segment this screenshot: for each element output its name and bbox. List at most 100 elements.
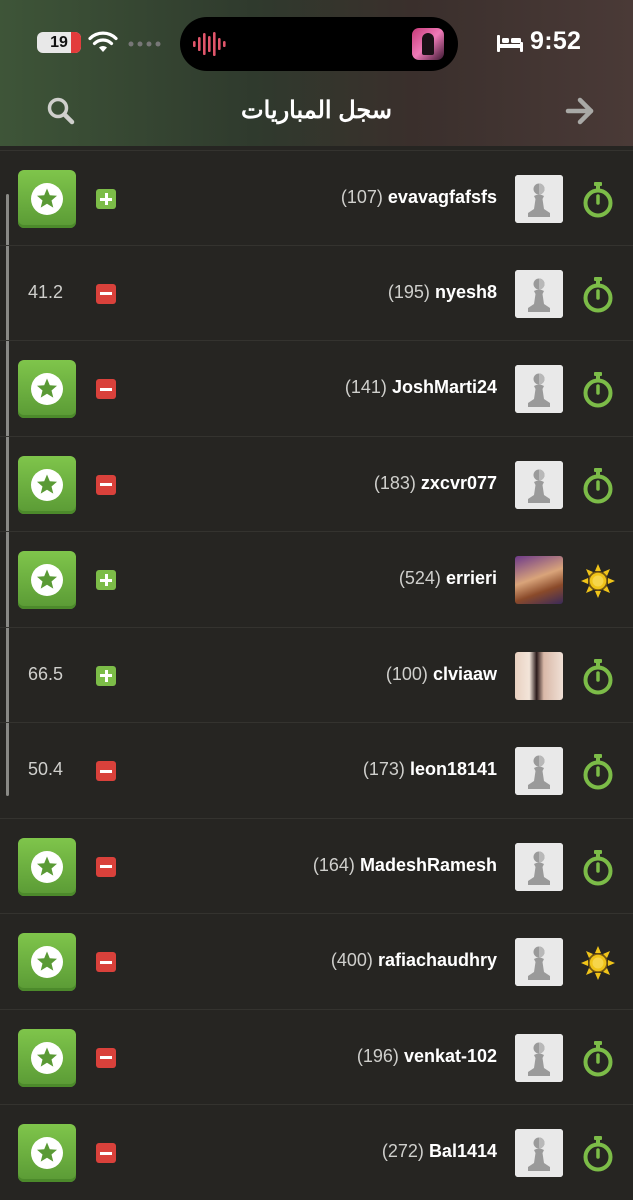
opponent-name: MadeshRamesh xyxy=(359,854,497,875)
rapid-clock-icon xyxy=(581,658,615,696)
opponent-name: Bal1414 xyxy=(428,1141,497,1161)
rapid-clock-icon xyxy=(581,181,615,219)
game-row[interactable]: (400) rafiachaudhry xyxy=(0,914,633,1010)
daily-sun-icon xyxy=(581,944,615,982)
opponent-rating: (141) xyxy=(344,377,387,397)
star-icon xyxy=(31,564,63,596)
arrow-right-icon[interactable] xyxy=(562,94,598,128)
opponent-info[interactable]: (196) venkat-102 xyxy=(357,1046,497,1067)
opponent-rating: (196) xyxy=(356,1045,399,1066)
opponent-avatar[interactable] xyxy=(515,269,563,318)
loss-minus-icon xyxy=(96,283,116,304)
star-icon xyxy=(31,468,63,501)
accuracy-score: 41.2 xyxy=(28,281,64,302)
star-icon xyxy=(31,183,63,215)
opponent-avatar[interactable] xyxy=(515,175,563,223)
opponent-avatar[interactable] xyxy=(515,1129,563,1177)
opponent-name: leon18141 xyxy=(409,759,497,779)
opponent-rating: (524) xyxy=(398,568,441,588)
accuracy-score: 50.4 xyxy=(28,759,64,779)
loss-minus-icon xyxy=(96,1047,116,1068)
game-review-button[interactable] xyxy=(18,170,76,228)
accuracy-score: 66.5 xyxy=(28,663,64,684)
battery-icon: 19 xyxy=(37,32,81,53)
game-review-button[interactable] xyxy=(18,837,76,896)
game-row[interactable]: (272) Bal1414 xyxy=(0,1105,633,1200)
opponent-info[interactable]: (272) Bal1414 xyxy=(382,1141,497,1162)
album-art-icon xyxy=(412,28,444,60)
game-review-button[interactable] xyxy=(18,551,76,609)
game-review-button[interactable] xyxy=(18,1028,76,1087)
audio-waveform-icon xyxy=(193,32,226,56)
opponent-info[interactable]: (100) clviaaw xyxy=(386,664,497,685)
dynamic-island[interactable] xyxy=(180,17,458,71)
page-title: سجل المباريات xyxy=(240,97,393,124)
navigation-header: سجل المباريات xyxy=(0,86,633,146)
opponent-name: JoshMarti24 xyxy=(391,377,497,397)
star-icon xyxy=(31,946,63,978)
game-row[interactable]: (107) evavagfafsfs xyxy=(0,150,633,246)
game-row[interactable]: 50.4 (173) leon18141 xyxy=(0,723,633,819)
opponent-rating: (183) xyxy=(373,472,416,493)
opponent-rating: (400) xyxy=(330,950,373,970)
opponent-name: evavagfafsfs xyxy=(387,187,497,207)
opponent-info[interactable]: (173) leon18141 xyxy=(363,759,497,780)
opponent-avatar[interactable] xyxy=(515,365,563,413)
game-review-button[interactable] xyxy=(18,933,76,991)
pawn-icon xyxy=(515,175,563,223)
game-row[interactable]: 66.5 (100) clviaaw xyxy=(0,628,633,723)
opponent-name: nyesh8 xyxy=(434,281,497,302)
opponent-rating: (195) xyxy=(387,281,430,302)
top-bar: 19 9:52 سجل المباريات xyxy=(0,0,633,146)
pawn-icon xyxy=(515,938,563,986)
opponent-rating: (164) xyxy=(312,854,355,875)
battery-level: 19 xyxy=(50,34,68,51)
game-review-button[interactable] xyxy=(18,455,76,514)
win-plus-icon xyxy=(96,665,116,686)
win-plus-icon xyxy=(96,570,116,590)
opponent-info[interactable]: (400) rafiachaudhry xyxy=(331,950,497,971)
rapid-clock-icon xyxy=(581,467,615,505)
game-row[interactable]: (196) venkat-102 xyxy=(0,1010,633,1105)
pawn-icon xyxy=(515,1129,563,1177)
opponent-info[interactable]: (195) nyesh8 xyxy=(388,282,497,303)
opponent-info[interactable]: (107) evavagfafsfs xyxy=(341,187,497,208)
opponent-rating: (107) xyxy=(340,187,383,207)
opponent-info[interactable]: (141) JoshMarti24 xyxy=(345,377,497,398)
star-icon xyxy=(31,373,63,405)
pawn-icon xyxy=(515,747,563,795)
opponent-avatar[interactable] xyxy=(515,842,563,891)
opponent-info[interactable]: (164) MadeshRamesh xyxy=(313,855,497,876)
opponent-name: rafiachaudhry xyxy=(377,950,497,970)
opponent-avatar[interactable] xyxy=(515,651,563,700)
opponent-avatar[interactable] xyxy=(515,460,563,509)
opponent-avatar[interactable] xyxy=(515,556,563,604)
opponent-rating: (100) xyxy=(385,663,428,684)
opponent-info[interactable]: (183) zxcvr077 xyxy=(374,473,497,494)
rapid-clock-icon xyxy=(581,276,615,314)
opponent-name: errieri xyxy=(445,568,497,588)
game-history-list: (107) evavagfafsfs 41.2 (195) nyesh8 (141) … xyxy=(0,150,633,1200)
game-review-button[interactable] xyxy=(18,360,76,418)
game-review-button[interactable] xyxy=(18,1124,76,1182)
game-row[interactable]: (141) JoshMarti24 xyxy=(0,341,633,437)
rapid-clock-icon xyxy=(581,1040,615,1078)
opponent-info[interactable]: (524) errieri xyxy=(399,568,497,589)
game-row[interactable]: (164) MadeshRamesh xyxy=(0,819,633,914)
game-row[interactable]: 41.2 (195) nyesh8 xyxy=(0,246,633,341)
pawn-icon xyxy=(515,365,563,413)
wifi-icon xyxy=(88,31,118,52)
status-bar: 19 9:52 xyxy=(0,0,633,86)
cellular-signal-icon xyxy=(128,41,161,47)
star-icon xyxy=(31,1137,63,1169)
opponent-avatar[interactable] xyxy=(515,747,563,795)
opponent-avatar[interactable] xyxy=(515,938,563,986)
opponent-name: venkat-102 xyxy=(403,1045,497,1066)
game-row[interactable]: (183) zxcvr077 xyxy=(0,437,633,532)
rapid-clock-icon xyxy=(581,371,615,409)
loss-minus-icon xyxy=(96,1143,116,1163)
opponent-avatar[interactable] xyxy=(515,1033,563,1082)
loss-minus-icon xyxy=(96,856,116,877)
game-row[interactable]: (524) errieri xyxy=(0,532,633,628)
sleep-focus-icon xyxy=(497,35,523,52)
